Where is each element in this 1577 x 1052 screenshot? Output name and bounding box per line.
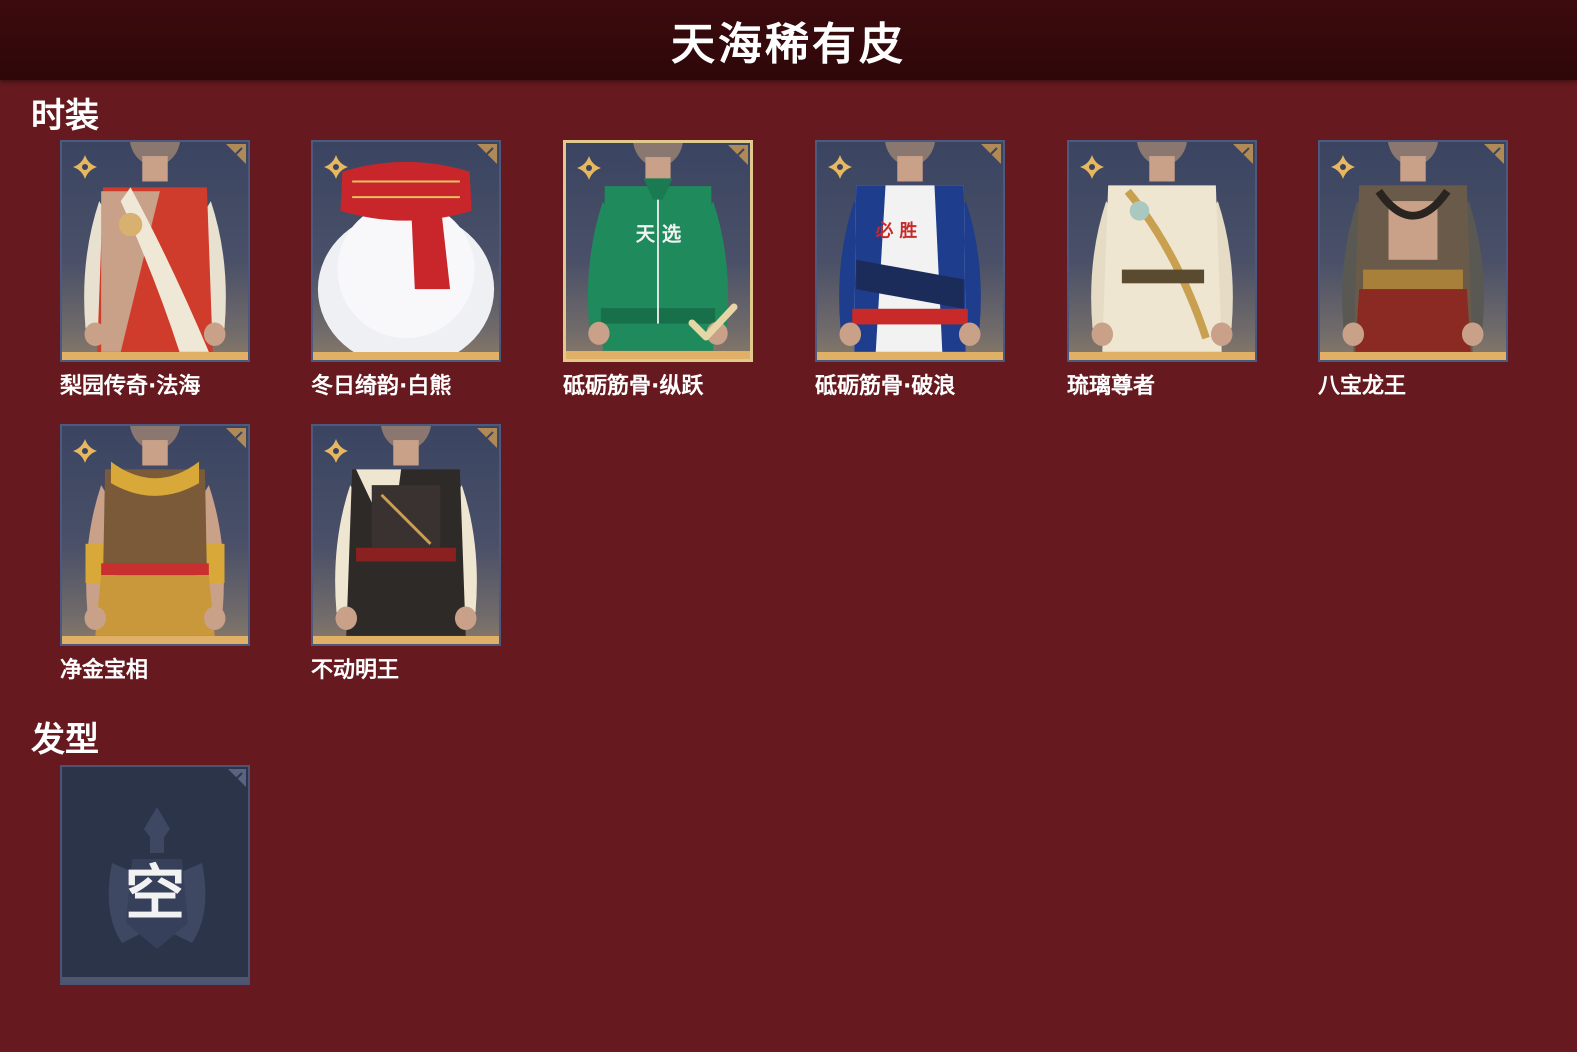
rarity-bottom-bar — [62, 352, 248, 360]
empty-slot-label: 空 — [125, 859, 185, 929]
costume-card[interactable] — [60, 140, 250, 362]
slot-bottom-bar — [62, 977, 248, 983]
corner-tag-icon — [226, 428, 246, 448]
four-petal-star-icon — [827, 154, 853, 180]
costume-name-label: 净金宝相 — [60, 658, 149, 683]
rarity-bottom-bar — [817, 352, 1003, 360]
corner-tag-icon — [228, 769, 246, 787]
costume-name-label: 八宝龙王 — [1318, 374, 1407, 399]
costume-card[interactable] — [60, 424, 250, 646]
section-title-costume: 时装 — [31, 96, 99, 136]
costume-card[interactable] — [311, 424, 501, 646]
costume-name-label: 砥砺筋骨·纵跃 — [563, 374, 704, 399]
costume-card[interactable] — [311, 140, 501, 362]
corner-tag-icon — [1484, 144, 1504, 164]
corner-tag-icon — [226, 144, 246, 164]
costume-card[interactable]: 天 选 — [563, 140, 753, 362]
four-petal-star-icon — [323, 154, 349, 180]
costume-card[interactable] — [1067, 140, 1257, 362]
four-petal-star-icon — [1330, 154, 1356, 180]
rarity-bottom-bar — [566, 351, 750, 359]
four-petal-star-icon — [72, 154, 98, 180]
rarity-bottom-bar — [313, 636, 499, 644]
header-bar: 天海稀有皮 — [0, 0, 1577, 80]
corner-tag-icon — [1233, 144, 1253, 164]
corner-tag-icon — [981, 144, 1001, 164]
costume-name-label: 梨园传奇·法海 — [60, 374, 201, 399]
costume-name-label: 砥砺筋骨·破浪 — [815, 374, 956, 399]
corner-tag-icon — [477, 144, 497, 164]
four-petal-star-icon — [576, 155, 602, 181]
rarity-bottom-bar — [62, 636, 248, 644]
hair-slot-empty[interactable]: 空 — [60, 765, 250, 985]
chest-text: 天 选 — [636, 222, 682, 245]
costume-name-label: 不动明王 — [311, 658, 400, 683]
costume-name-label: 琉璃尊者 — [1067, 374, 1156, 399]
four-petal-star-icon — [323, 438, 349, 464]
four-petal-star-icon — [1079, 154, 1105, 180]
section-title-hair: 发型 — [31, 720, 99, 760]
rarity-bottom-bar — [1069, 352, 1255, 360]
rarity-bottom-bar — [1320, 352, 1506, 360]
costume-card[interactable]: 必 胜 — [815, 140, 1005, 362]
corner-tag-icon — [728, 145, 748, 165]
costume-card[interactable] — [1318, 140, 1508, 362]
corner-tag-icon — [477, 428, 497, 448]
four-petal-star-icon — [72, 438, 98, 464]
costume-name-label: 冬日绮韵·白熊 — [311, 374, 452, 399]
chest-text: 必 胜 — [875, 220, 918, 241]
page-title: 天海稀有皮 — [671, 19, 906, 70]
rarity-bottom-bar — [313, 352, 499, 360]
checkmark-icon — [688, 303, 738, 341]
